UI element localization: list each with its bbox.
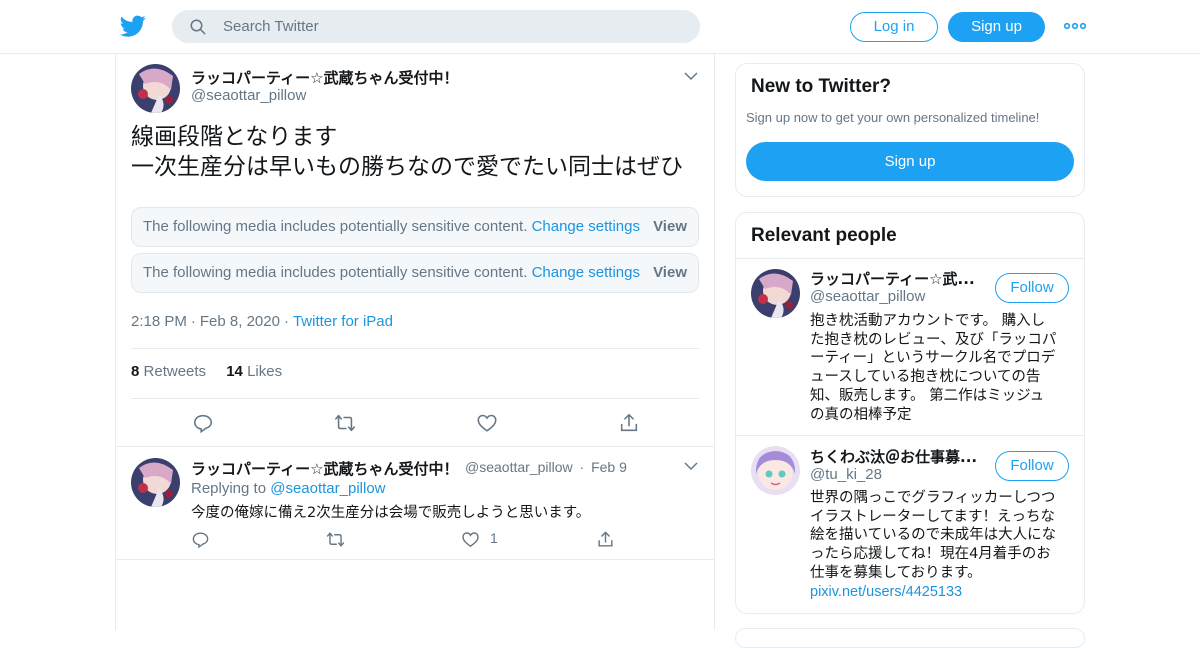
tweet-time[interactable]: 2:18 PM xyxy=(131,313,187,330)
search-box[interactable] xyxy=(172,10,700,43)
change-settings-link[interactable]: Change settings xyxy=(532,264,640,281)
sensitive-notice-text: The following media includes potentially… xyxy=(143,218,528,235)
person-bio: 世界の隅っこでグラフィッカーしつつ イラストレーターしてます！えっちな 絵を描い… xyxy=(810,489,1072,601)
view-media-button[interactable]: View xyxy=(653,254,687,292)
reply-date[interactable]: Feb 9 xyxy=(591,459,627,475)
replying-to-handle-link[interactable]: @seaottar_pillow xyxy=(270,480,385,497)
reply-author-handle[interactable]: @seaottar_pillow xyxy=(465,459,573,475)
retweet-icon[interactable] xyxy=(334,412,356,434)
author-avatar[interactable] xyxy=(131,64,180,113)
tweet-text-line: 線画段階となります xyxy=(131,124,338,150)
avatar-image xyxy=(131,458,180,507)
reply-like-count: 1 xyxy=(490,530,498,546)
retweet-icon[interactable] xyxy=(326,530,345,549)
bio-line: 抱き枕活動アカウントです。 購入し xyxy=(810,313,1046,329)
card-title: Relevant people xyxy=(751,225,897,246)
likes-label: Likes xyxy=(247,363,283,380)
sidebar-signup-button[interactable]: Sign up xyxy=(746,142,1074,181)
person-handle[interactable]: @tu_ki_28 xyxy=(810,466,882,483)
avatar-image xyxy=(751,269,800,318)
bio-line: ーティー」というサークル名でプロデ xyxy=(810,350,1056,367)
tweet-column: ラッコパーティー☆武蔵ちゃん受付中！ @seaottar_pillow 線画段階… xyxy=(115,54,715,630)
bio-line: 仕事を募集しております。 xyxy=(810,564,982,581)
search-input[interactable] xyxy=(223,11,683,42)
tweet-source-link[interactable]: Twitter for iPad xyxy=(293,313,393,330)
follow-button[interactable]: Follow xyxy=(995,451,1069,481)
reply-header-meta: @seaottar_pillow · Feb 9 xyxy=(465,459,627,475)
person-name[interactable]: ラッコパーティー☆武... xyxy=(810,268,975,289)
person-handle[interactable]: @seaottar_pillow xyxy=(810,288,925,305)
card-title: New to Twitter? xyxy=(751,76,892,97)
next-sidebar-card xyxy=(735,628,1085,648)
author-name[interactable]: ラッコパーティー☆武蔵ちゃん受付中！ xyxy=(191,67,459,88)
replying-to-line: Replying to @seaottar_pillow xyxy=(191,480,386,497)
more-options-icon[interactable] xyxy=(1064,20,1086,32)
tweet-metadata: 2:18 PM · Feb 8, 2020 · Twitter for iPad xyxy=(131,313,393,330)
chevron-down-icon[interactable] xyxy=(684,71,698,81)
tweet-date[interactable]: Feb 8, 2020 xyxy=(200,313,280,330)
avatar-image xyxy=(751,446,800,495)
tweet-text-line: 一次生産分は早いもの勝ちなので愛でたい同士はぜひ xyxy=(131,154,683,180)
bio-line: イラストレーターしてます！えっちな xyxy=(810,508,1056,525)
share-icon[interactable] xyxy=(596,530,615,549)
reply-icon[interactable] xyxy=(191,530,210,549)
divider xyxy=(736,435,1084,436)
relevant-people-card: Relevant people ラッコパーティー☆武... @seaottar_… xyxy=(735,212,1085,614)
avatar-image xyxy=(131,64,180,113)
reply-text: 今度の俺嫁に備え2次生産分は会場で販売しようと思います。 xyxy=(191,505,591,521)
card-subtitle: Sign up now to get your own personalized… xyxy=(746,110,1040,125)
new-to-twitter-card: New to Twitter? Sign up now to get your … xyxy=(735,63,1085,197)
tweet-text: 線画段階となります 一次生産分は早いもの勝ちなので愛でたい同士はぜひ xyxy=(131,122,683,182)
person-name[interactable]: ちくわぶ汰＠お仕事募... xyxy=(810,446,977,467)
retweets-stat[interactable]: 8 Retweets xyxy=(131,363,206,380)
sensitive-media-notice: The following media includes potentially… xyxy=(131,253,699,293)
divider xyxy=(736,258,1084,259)
bio-line: ュースしている抱き枕についての告 xyxy=(810,369,1041,386)
reply-author-avatar[interactable] xyxy=(131,458,180,507)
share-icon[interactable] xyxy=(618,412,640,434)
divider xyxy=(131,348,699,349)
like-heart-icon[interactable] xyxy=(461,530,480,549)
login-button[interactable]: Log in xyxy=(850,12,938,42)
top-nav-bar: Log in Sign up xyxy=(0,0,1200,54)
retweets-label: Retweets xyxy=(143,363,207,380)
twitter-bird-icon[interactable] xyxy=(120,13,146,39)
divider xyxy=(131,398,699,399)
person-avatar[interactable] xyxy=(751,446,800,495)
bio-line: 世界の隅っこでグラフィッカーしつつ xyxy=(810,490,1056,506)
bio-line: 絵を描いているので未成年は大人にな xyxy=(810,527,1057,544)
bio-line: ったら応援してね！現在4月着手のお xyxy=(810,546,1051,563)
reply-icon[interactable] xyxy=(192,412,214,434)
reply-author-name[interactable]: ラッコパーティー☆武蔵ちゃん受付中！ xyxy=(191,458,459,479)
view-media-button[interactable]: View xyxy=(653,208,687,246)
person-bio: 抱き枕活動アカウントです。 購入し た抱き枕のレビュー、及び「ラッコパ ーティー… xyxy=(810,312,1072,424)
sensitive-notice-text: The following media includes potentially… xyxy=(143,264,528,281)
retweets-count: 8 xyxy=(131,363,140,380)
author-handle[interactable]: @seaottar_pillow xyxy=(191,87,306,104)
bio-line: た抱き枕のレビュー、及び「ラッコパ xyxy=(810,331,1057,348)
bio-line: の真の相棒予定 xyxy=(810,406,912,423)
like-heart-icon[interactable] xyxy=(476,412,498,434)
replying-to-label: Replying to xyxy=(191,480,267,497)
likes-count: 14 xyxy=(226,363,243,380)
divider xyxy=(116,559,714,560)
sensitive-media-notice: The following media includes potentially… xyxy=(131,207,699,247)
signup-button[interactable]: Sign up xyxy=(948,12,1045,42)
change-settings-link[interactable]: Change settings xyxy=(532,218,640,235)
tweet-stats: 8 Retweets 14 Likes xyxy=(131,363,282,380)
person-avatar[interactable] xyxy=(751,269,800,318)
chevron-down-icon[interactable] xyxy=(684,461,698,471)
likes-stat[interactable]: 14 Likes xyxy=(226,363,282,380)
bio-line: 知、販売します。 第二作はミッジュ xyxy=(810,387,1045,404)
follow-button[interactable]: Follow xyxy=(995,273,1069,303)
search-icon xyxy=(190,19,206,35)
bio-link[interactable]: pixiv.net/users/4425133 xyxy=(810,583,1072,602)
divider xyxy=(116,446,714,447)
